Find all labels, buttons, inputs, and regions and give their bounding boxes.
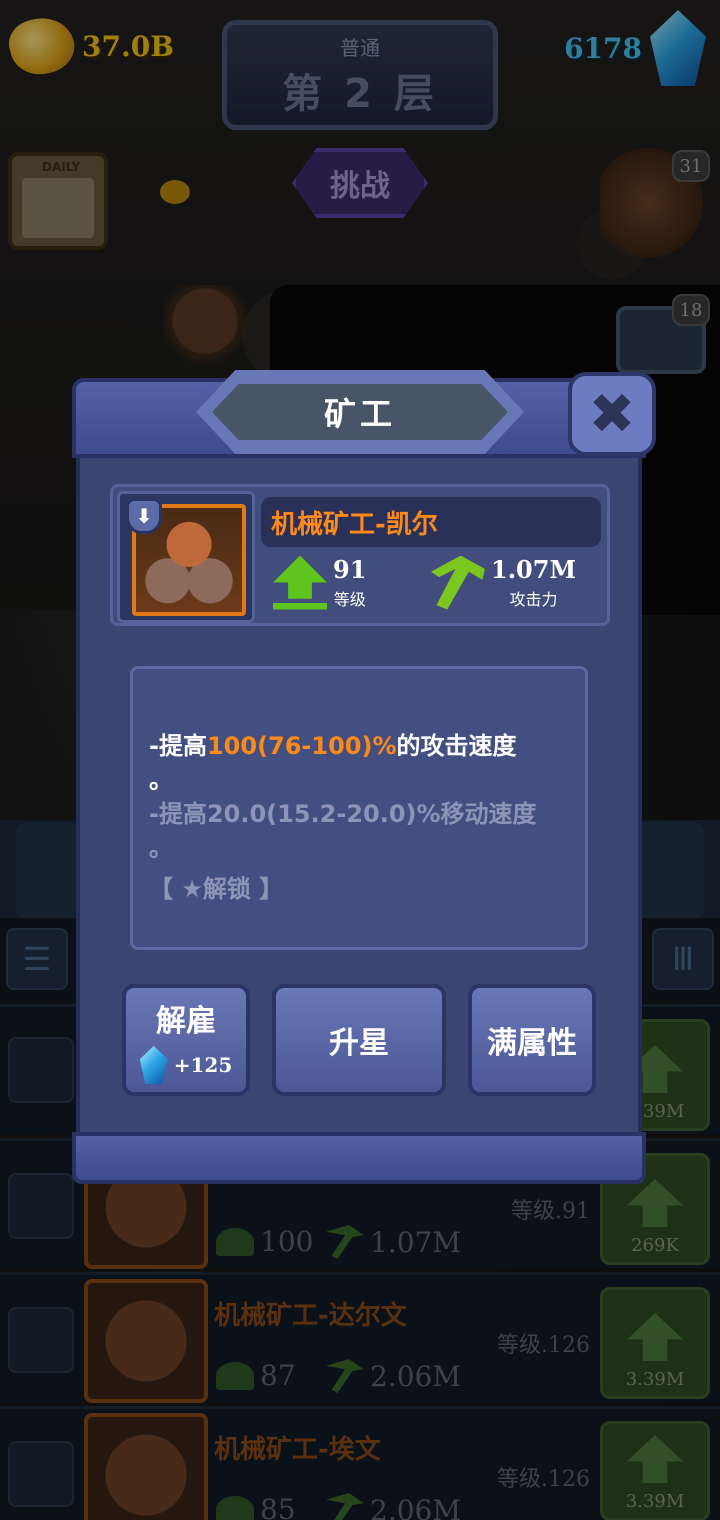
dismiss-button[interactable]: 解雇 +125 [122,984,250,1096]
skill-description-panel: -提高100(76-100)%的攻击速度 。 -提高20.0(15.2-20.0… [130,666,588,950]
miner-name: 机械矿工-凯尔 [261,497,601,547]
max-attributes-label: 满属性 [487,1026,577,1061]
dismiss-reward: +125 [139,1046,233,1084]
portrait-frame: ⬇ [117,491,255,623]
star-up-label: 升星 [329,1026,389,1061]
dismiss-label: 解雇 [156,1004,216,1039]
level-label: 等级 [333,590,366,609]
skill-line-1-prefix: -提高 [149,732,207,760]
max-attributes-button[interactable]: 满属性 [468,984,596,1096]
skill-line-1-suffix: 的攻击速度 [396,732,517,760]
miner-detail-dialog: 矿工 ✖ ⬇ 机械矿工-凯尔 91 等级 1.07M 攻击力 -提高100(76… [72,370,656,1184]
attack-stat: 1.07M 攻击力 [431,555,576,610]
skill-line-1: -提高100(76-100)%的攻击速度 [149,729,569,763]
miner-info-card: ⬇ 机械矿工-凯尔 91 等级 1.07M 攻击力 [110,484,610,626]
dialog-footer [72,1132,646,1184]
unlock-requirement: 【 ★解锁 】 [149,875,284,903]
attack-value: 1.07M [491,555,577,584]
skill-line-1-tail: 。 [149,766,173,794]
skill-line-2-tail: 。 [149,834,173,862]
dismiss-reward-value: +125 [173,1053,233,1077]
pickaxe-icon [431,555,485,610]
star-up-button[interactable]: 升星 [272,984,446,1096]
skill-line-1-value: 100(76-100)% [206,732,397,760]
equip-download-icon[interactable]: ⬇ [126,498,162,534]
level-stat: 91 等级 [273,555,366,610]
blue-gem-icon [139,1046,168,1084]
close-button[interactable]: ✖ [568,372,656,456]
close-icon: ✖ [588,381,636,447]
attack-label: 攻击力 [509,590,558,609]
skill-line-2: -提高20.0(15.2-20.0)%移动速度 [149,800,537,828]
level-up-arrow-icon [273,555,327,610]
dialog-title: 矿工 [212,384,508,440]
level-value: 91 [333,555,367,584]
